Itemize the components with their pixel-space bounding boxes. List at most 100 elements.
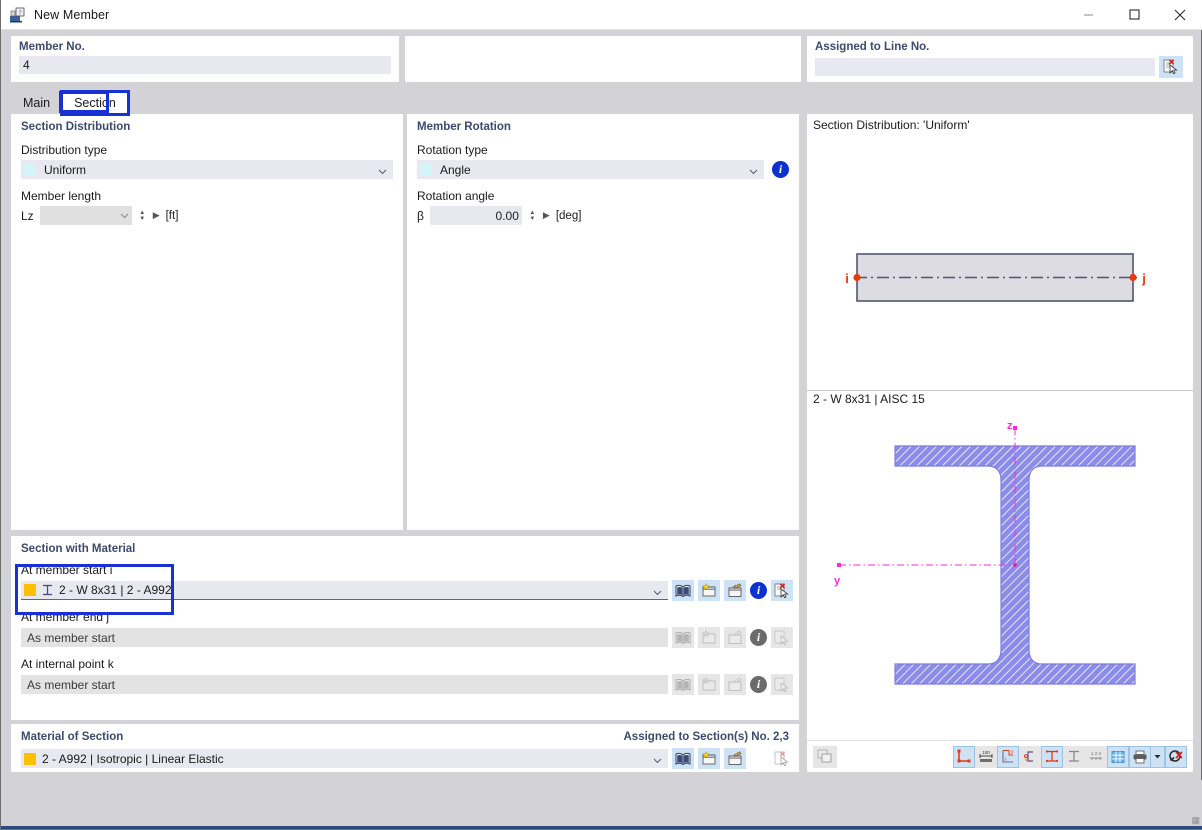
top-spacer-panel — [405, 36, 801, 82]
new-member-icon: ? — [10, 7, 26, 23]
edit-section-icon[interactable] — [724, 580, 746, 601]
lz-unit: [ft] — [165, 209, 179, 222]
member-end-row: As member start i — [11, 627, 799, 648]
pick-from-model-icon[interactable] — [771, 748, 793, 769]
assigned-sections-note: Assigned to Section(s) No. 2,3 — [623, 731, 790, 743]
internal-point-label: At internal point k — [21, 657, 114, 671]
chevron-down-icon — [653, 754, 662, 764]
dimensions-icon[interactable]: 100 — [975, 745, 997, 768]
beta-stepper[interactable]: ▲ ▼ — [528, 210, 537, 222]
i-beam-glyph-icon — [42, 584, 53, 596]
chevron-down-icon — [378, 165, 387, 175]
internal-point-row: As member start i — [11, 674, 799, 695]
material-row: 2 - A992 | Isotropic | Linear Elastic — [11, 748, 799, 769]
pick-from-model-icon[interactable] — [771, 580, 793, 601]
section-internal-select: As member start — [21, 675, 668, 694]
preview-panel: Section Distribution: 'Uniform' i j 2 - … — [807, 114, 1193, 772]
footer-toolbar: 0,00 A fxf OK Cancel Apply & Next — [1, 780, 1202, 828]
tab-section-label: Section — [74, 96, 116, 110]
tab-main[interactable]: Main — [11, 92, 62, 114]
preview-divider — [807, 390, 1193, 391]
zoom-reset-icon[interactable] — [1165, 745, 1187, 768]
lz-expand-icon[interactable]: ▶ — [153, 210, 160, 221]
section-distribution-panel: Section Distribution Distribution type U… — [11, 114, 403, 530]
svg-text:z: z — [1005, 757, 1008, 762]
section-with-material-panel: Section with Material At member start i … — [11, 536, 799, 720]
node-i-label: i — [845, 271, 849, 286]
distribution-type-value: Uniform — [44, 162, 87, 177]
new-section-icon — [698, 674, 720, 695]
new-member-dialog: ? New Member Member No. Assigned to Line… — [0, 0, 1202, 830]
shear-center-icon[interactable]: sc — [1019, 745, 1041, 768]
edit-section-icon — [724, 627, 746, 648]
axes-icon[interactable]: yz — [997, 745, 1019, 768]
member-rotation-panel: Member Rotation Rotation type Angle i Ro… — [407, 114, 799, 530]
section-with-material-title: Section with Material — [21, 543, 136, 555]
info-icon[interactable]: i — [750, 582, 767, 599]
beta-expand-icon[interactable]: ▶ — [543, 210, 550, 221]
cross-section-graphic: z y — [834, 420, 1136, 685]
axis-z-label: z — [1007, 420, 1013, 432]
lz-label: Lz — [21, 208, 34, 223]
assigned-line-panel: Assigned to Line No. — [807, 36, 1193, 82]
window-title: New Member — [34, 7, 110, 22]
lz-stepper[interactable]: ▲ ▼ — [138, 210, 147, 222]
info-icon[interactable]: i — [772, 161, 789, 178]
section-distribution-title: Section Distribution — [21, 121, 131, 133]
section-end-value: As member start — [27, 630, 116, 645]
member-distribution-graphic: i j — [845, 253, 1146, 302]
title-bar: ? New Member — [1, 0, 1202, 30]
preview-caption-top: Section Distribution: 'Uniform' — [813, 118, 970, 132]
edit-material-icon[interactable] — [724, 748, 746, 769]
node-j-label: j — [1141, 271, 1146, 286]
lz-input[interactable] — [39, 206, 132, 225]
beta-input[interactable]: 0.00 — [429, 206, 522, 225]
member-no-input[interactable] — [19, 56, 391, 74]
member-start-row: 2 - W 8x31 | 2 - A992 i — [11, 580, 799, 601]
axis-y-label: y — [834, 575, 841, 587]
library-icon[interactable] — [672, 748, 694, 769]
new-section-icon[interactable] — [698, 580, 720, 601]
library-icon[interactable] — [672, 580, 694, 601]
tab-section[interactable]: Section — [60, 90, 130, 116]
assigned-line-input[interactable] — [815, 58, 1155, 76]
grid-icon[interactable] — [1107, 745, 1129, 768]
window-controls — [1065, 0, 1202, 30]
maximize-icon[interactable] — [1111, 0, 1157, 30]
library-icon — [672, 627, 694, 648]
print-dropdown-icon[interactable] — [1151, 745, 1165, 768]
section-start-value: 2 - W 8x31 | 2 - A992 — [59, 583, 172, 597]
svg-text:y: y — [1011, 749, 1014, 754]
principal-axes-icon[interactable] — [1041, 745, 1063, 768]
chevron-down-icon — [653, 586, 662, 595]
print-icon[interactable] — [1129, 745, 1151, 768]
info-icon: i — [750, 629, 767, 646]
member-start-label: At member start i — [21, 563, 113, 577]
member-rotation-title: Member Rotation — [417, 121, 511, 133]
copy-image-icon[interactable] — [813, 745, 837, 768]
new-section-icon — [698, 627, 720, 648]
rotation-type-swatch — [420, 163, 432, 176]
member-no-panel: Member No. — [11, 36, 399, 82]
pick-from-model-icon[interactable] — [1159, 56, 1183, 78]
member-end-label: At member end j — [21, 610, 110, 624]
material-select[interactable]: 2 - A992 | Isotropic | Linear Elastic — [21, 749, 668, 768]
member-no-label: Member No. — [19, 41, 85, 53]
numbering-icon[interactable]: 1 2 3 — [1085, 745, 1107, 768]
window-bottom-edge — [1, 826, 1202, 829]
section-outline-icon[interactable] — [1063, 745, 1085, 768]
material-of-section-panel: Material of Section Assigned to Section(… — [11, 724, 799, 772]
resize-grip[interactable]: ▦ — [1191, 815, 1200, 826]
member-length-label: Member length — [21, 189, 102, 203]
library-icon — [672, 674, 694, 695]
close-icon[interactable] — [1157, 0, 1202, 30]
minimize-icon[interactable] — [1065, 0, 1111, 30]
rotation-angle-label: Rotation angle — [417, 189, 495, 203]
rotation-type-select[interactable]: Angle — [417, 160, 764, 179]
new-material-icon[interactable] — [698, 748, 720, 769]
section-start-select[interactable]: 2 - W 8x31 | 2 - A992 — [21, 581, 668, 600]
svg-text:100: 100 — [982, 750, 990, 755]
section-color-swatch — [24, 584, 36, 596]
reset-view-icon[interactable] — [953, 745, 975, 768]
distribution-type-select[interactable]: Uniform — [21, 160, 393, 179]
